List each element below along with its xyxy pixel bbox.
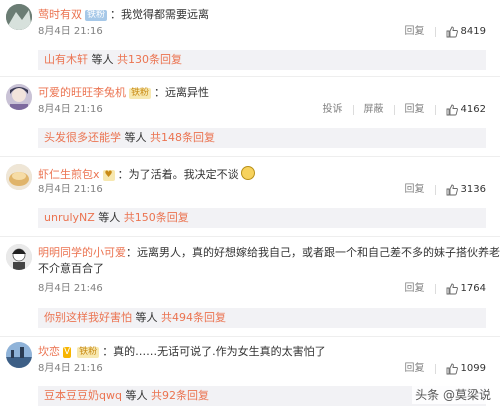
reply-button[interactable]: 回复: [405, 363, 425, 375]
reply-count[interactable]: 共148条回复: [150, 131, 215, 144]
divider: [434, 185, 436, 195]
divider: [434, 284, 436, 294]
reply-button[interactable]: 回复: [405, 104, 425, 116]
fan-badge: 铁粉: [129, 88, 152, 99]
reply-summary[interactable]: unrulyNZ 等人 共150条回复: [38, 208, 486, 228]
like-count: 1764: [460, 283, 486, 294]
comment-text: ：为了活着。我决定不谈: [117, 168, 239, 181]
divider: [0, 336, 500, 337]
reply-count[interactable]: 共92条回复: [151, 389, 209, 402]
fan-badge: 铁粉: [77, 347, 100, 358]
reply-username[interactable]: 豆本豆豆奶qwq: [44, 389, 122, 402]
username[interactable]: 坎恋: [38, 345, 60, 358]
divider: [434, 27, 436, 37]
comment-text: ：真的……无话可说了.作为女生真的太害怕了: [102, 345, 326, 358]
reply-summary[interactable]: 你别这样我好害怕 等人 共494条回复: [38, 308, 486, 328]
thumbs-up-icon: [446, 104, 458, 116]
comment-date: 8月4日 21:46: [38, 283, 103, 294]
like-count: 8419: [460, 26, 486, 37]
thumbs-up-icon: [446, 26, 458, 38]
watermark: 头条 @莫梁说: [412, 385, 494, 404]
like-count: 3136: [460, 184, 486, 195]
comment-date: 8月4日 21:16: [38, 104, 103, 115]
reply-count[interactable]: 共130条回复: [117, 53, 182, 66]
divider: [0, 76, 500, 77]
comment-date: 8月4日 21:16: [38, 26, 103, 37]
block-button[interactable]: 屏蔽: [364, 104, 384, 116]
divider: [0, 236, 500, 237]
comment-date: 8月4日 21:16: [38, 363, 103, 374]
avatar[interactable]: [6, 4, 32, 30]
reply-summary[interactable]: 山有木轩 等人 共130条回复: [38, 50, 486, 70]
reply-count[interactable]: 共494条回复: [161, 311, 226, 324]
reply-username[interactable]: unrulyNZ: [44, 211, 95, 224]
comment-date: 8月4日 21:16: [38, 184, 103, 195]
report-button[interactable]: 投诉: [323, 104, 343, 116]
divider: [434, 364, 436, 374]
reply-summary[interactable]: 头发很多还能学 等人 共148条回复: [38, 128, 486, 148]
reply-count[interactable]: 共150条回复: [124, 211, 189, 224]
fan-badge: 铁粉: [85, 10, 108, 21]
reply-button[interactable]: 回复: [405, 184, 425, 196]
thumbs-up-icon: [446, 363, 458, 375]
reply-username[interactable]: 你别这样我好害怕: [44, 311, 132, 324]
avatar[interactable]: [6, 244, 32, 270]
like-count: 1099: [460, 363, 486, 374]
divider: [0, 156, 500, 157]
emoji-icon: [240, 166, 255, 180]
username[interactable]: 莺时有双: [38, 8, 82, 21]
comment-text: ：远离男人，真的好想嫁给我自己，或者跟一个和自己差不多的妹子搭伙养老，: [126, 246, 500, 259]
username[interactable]: 虾仁生煎包x: [38, 168, 100, 181]
username[interactable]: 可爱的旺旺李兔机: [38, 86, 126, 99]
avatar[interactable]: [6, 84, 32, 110]
thumbs-up-icon: [446, 283, 458, 295]
comment-text-continued: 不介意百合了: [38, 262, 104, 275]
reply-username[interactable]: 头发很多还能学: [44, 131, 121, 144]
username[interactable]: 明明同学的小可爱: [38, 246, 126, 259]
verified-icon: V: [63, 347, 72, 358]
comment-text: ：我觉得都需要远离: [110, 8, 210, 21]
like-button[interactable]: 1099: [446, 363, 486, 375]
reply-button[interactable]: 回复: [405, 283, 425, 295]
divider: [352, 105, 354, 115]
like-button[interactable]: 3136: [446, 184, 486, 196]
reply-button[interactable]: 回复: [405, 26, 425, 38]
comment-text: ：远离异性: [154, 86, 210, 99]
like-button[interactable]: 4162: [446, 104, 486, 116]
reply-username[interactable]: 山有木轩: [44, 53, 88, 66]
like-button[interactable]: 8419: [446, 26, 486, 38]
divider: [393, 105, 395, 115]
avatar[interactable]: [6, 164, 32, 190]
avatar[interactable]: [6, 342, 32, 368]
like-button[interactable]: 1764: [446, 283, 486, 295]
like-count: 4162: [460, 104, 486, 115]
fan-icon: ♥: [102, 170, 115, 181]
thumbs-up-icon: [446, 184, 458, 196]
divider: [434, 105, 436, 115]
